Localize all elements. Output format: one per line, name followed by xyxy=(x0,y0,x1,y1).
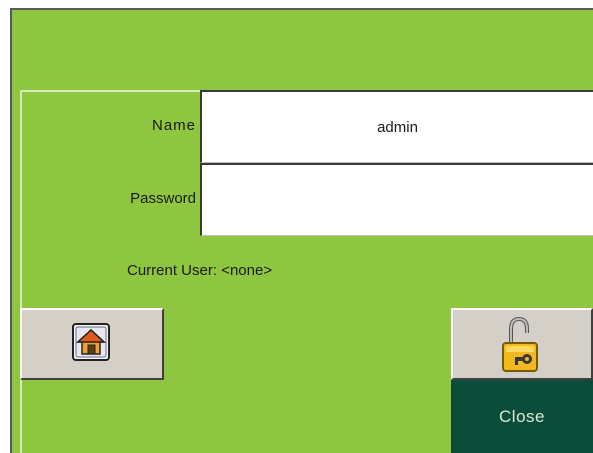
padlock-key-icon xyxy=(502,316,538,372)
password-label: Password xyxy=(130,190,196,207)
close-button[interactable]: Close xyxy=(451,380,593,453)
name-label: Name xyxy=(151,117,196,134)
home-button[interactable] xyxy=(20,308,164,380)
panel-divider-left xyxy=(20,90,22,453)
login-window: Name admin Password Current User: <none>… xyxy=(0,0,593,453)
current-user-text: Current User: <none> xyxy=(127,262,273,279)
password-field[interactable] xyxy=(200,163,593,236)
home-icon xyxy=(72,323,110,361)
login-button[interactable] xyxy=(451,308,593,380)
name-field[interactable]: admin xyxy=(200,90,593,163)
